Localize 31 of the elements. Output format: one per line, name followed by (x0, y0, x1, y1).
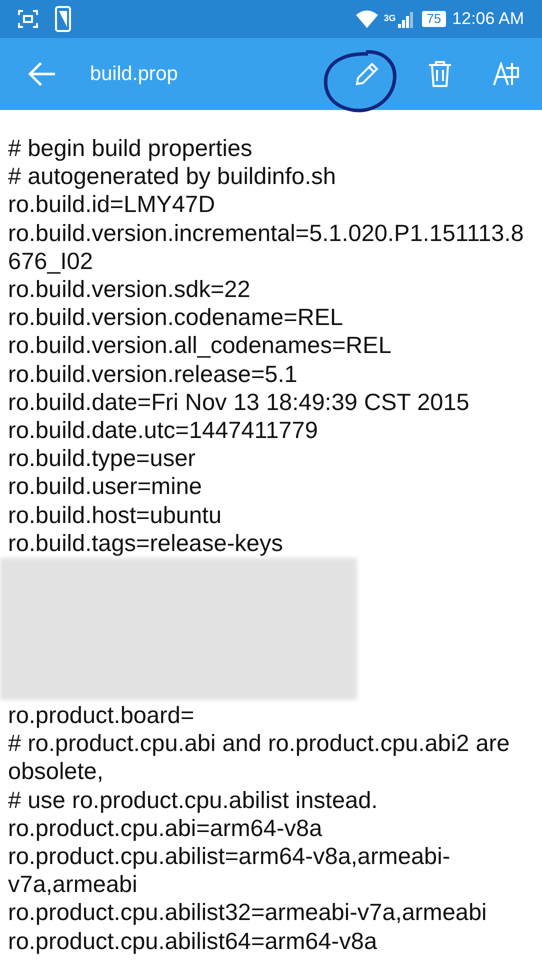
file-line: ro.build.type=user (8, 444, 196, 472)
trash-icon (428, 60, 452, 88)
file-title: build.prop (90, 62, 178, 87)
file-line: ro.build.version.sdk=22 (8, 275, 252, 304)
screenshot-icon (18, 10, 38, 28)
file-line: ro.build.version.all_codenames=REL (8, 331, 392, 360)
file-line: # ro.product.cpu.abi and ro.product.cpu.abi2 are obsolete, (8, 729, 511, 786)
file-line: ro.product.cpu.abilist64=arm64-v8a (8, 926, 378, 955)
file-line: ro.build.version.release=5.1 (8, 360, 298, 388)
phone-icon (55, 6, 71, 32)
back-arrow-icon (28, 62, 56, 86)
file-line: # autogenerated by buildinfo.sh (8, 162, 337, 190)
battery-level: 75 (422, 11, 446, 27)
file-line: ro.build.version.codename=REL (8, 303, 344, 332)
file-line: ro.product.cpu.abi=arm64-v8a (8, 814, 324, 842)
pencil-icon (354, 61, 380, 87)
file-line: ro.product.cpu.abilist32=armeabi-v7a,armeabi (8, 898, 488, 927)
file-line: ro.build.host=ubuntu (8, 500, 223, 529)
file-line: # use ro.product.cpu.abilist instead. (8, 786, 379, 814)
file-line: ro.build.id=LMY47D (8, 190, 216, 219)
file-line: ro.product.board= (8, 701, 196, 730)
clock: 12:06 AM (452, 8, 524, 30)
file-line: ro.build.date.utc=1447411779 (8, 416, 319, 444)
file-line: # begin build properties (8, 134, 254, 162)
file-line: ro.build.user=mine (8, 472, 203, 501)
text-encoding-icon (493, 62, 519, 86)
file-line: ro.build.date=Fri Nov 13 18:49:39 CST 2015 (8, 388, 470, 416)
network-type: 3G (384, 12, 396, 26)
wifi-icon (356, 10, 378, 28)
file-line: ro.build.tags=release-keys (8, 528, 284, 558)
signal-icon (398, 10, 415, 28)
